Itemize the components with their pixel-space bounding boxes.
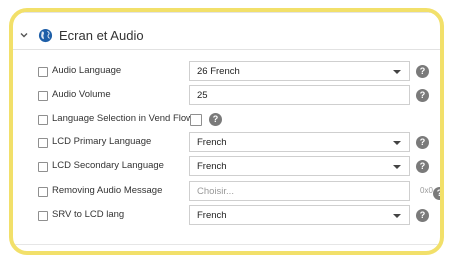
settings-panel: Ecran et Audio Audio Language 26 French … <box>9 8 444 255</box>
audio-language-value: 26 French <box>197 66 240 77</box>
lcd-secondary-language-select[interactable]: French <box>189 156 410 176</box>
bottom-divider <box>13 244 440 245</box>
setting-row-lcd-primary-language: LCD Primary Language French ? <box>13 132 440 154</box>
help-icon[interactable]: ? <box>209 113 222 126</box>
srv-to-lcd-lang-label: SRV to LCD lang <box>52 209 125 220</box>
removing-audio-message-hint: 0x0 <box>420 186 433 195</box>
language-selection-vend-flow-checkbox[interactable] <box>38 115 48 125</box>
help-icon[interactable]: ? <box>416 136 429 149</box>
lcd-secondary-language-label: LCD Secondary Language <box>52 160 164 171</box>
audio-volume-input[interactable]: 25 <box>189 85 410 105</box>
help-icon[interactable]: ? <box>433 187 440 200</box>
lcd-secondary-language-value: French <box>197 161 227 172</box>
help-icon[interactable]: ? <box>416 209 429 222</box>
panel-title: Ecran et Audio <box>59 27 144 43</box>
chevron-down-icon[interactable] <box>17 28 31 42</box>
audio-volume-value: 25 <box>197 90 208 101</box>
top-divider <box>13 12 440 17</box>
setting-row-removing-audio-message: Removing Audio Message Choisir... 0x0 ? <box>13 181 440 203</box>
setting-row-language-selection-vend-flow: Language Selection in Vend Flow ? <box>13 109 440 131</box>
audio-volume-label: Audio Volume <box>52 89 111 100</box>
help-icon[interactable]: ? <box>416 89 429 102</box>
removing-audio-message-placeholder: Choisir... <box>197 186 234 197</box>
lcd-primary-language-label: LCD Primary Language <box>52 136 152 147</box>
lcd-primary-language-select[interactable]: French <box>189 132 410 152</box>
header-divider <box>13 49 440 50</box>
dropdown-caret-icon <box>393 165 401 169</box>
setting-row-lcd-secondary-language: LCD Secondary Language French ? <box>13 156 440 178</box>
dropdown-caret-icon <box>393 141 401 145</box>
setting-row-srv-to-lcd-lang: SRV to LCD lang French ? <box>13 205 440 227</box>
srv-to-lcd-lang-checkbox[interactable] <box>38 211 48 221</box>
audio-volume-checkbox[interactable] <box>38 91 48 101</box>
help-icon[interactable]: ? <box>416 160 429 173</box>
globe-icon <box>37 27 53 43</box>
setting-row-audio-volume: Audio Volume 25 ? <box>13 85 440 107</box>
language-selection-vend-flow-label: Language Selection in Vend Flow <box>52 113 194 124</box>
language-selection-vend-flow-toggle[interactable] <box>190 114 202 126</box>
audio-language-label: Audio Language <box>52 65 122 76</box>
lcd-secondary-language-checkbox[interactable] <box>38 162 48 172</box>
audio-language-select[interactable]: 26 French <box>189 61 410 81</box>
removing-audio-message-label: Removing Audio Message <box>52 185 163 196</box>
setting-row-audio-language: Audio Language 26 French ? <box>13 61 440 83</box>
audio-language-checkbox[interactable] <box>38 67 48 77</box>
srv-to-lcd-lang-select[interactable]: French <box>189 205 410 225</box>
lcd-primary-language-value: French <box>197 137 227 148</box>
removing-audio-message-picker[interactable]: Choisir... <box>189 181 410 201</box>
dropdown-caret-icon <box>393 214 401 218</box>
srv-to-lcd-lang-value: French <box>197 210 227 221</box>
help-icon[interactable]: ? <box>416 65 429 78</box>
removing-audio-message-checkbox[interactable] <box>38 187 48 197</box>
lcd-primary-language-checkbox[interactable] <box>38 138 48 148</box>
dropdown-caret-icon <box>393 70 401 74</box>
panel-header[interactable]: Ecran et Audio <box>17 24 437 46</box>
